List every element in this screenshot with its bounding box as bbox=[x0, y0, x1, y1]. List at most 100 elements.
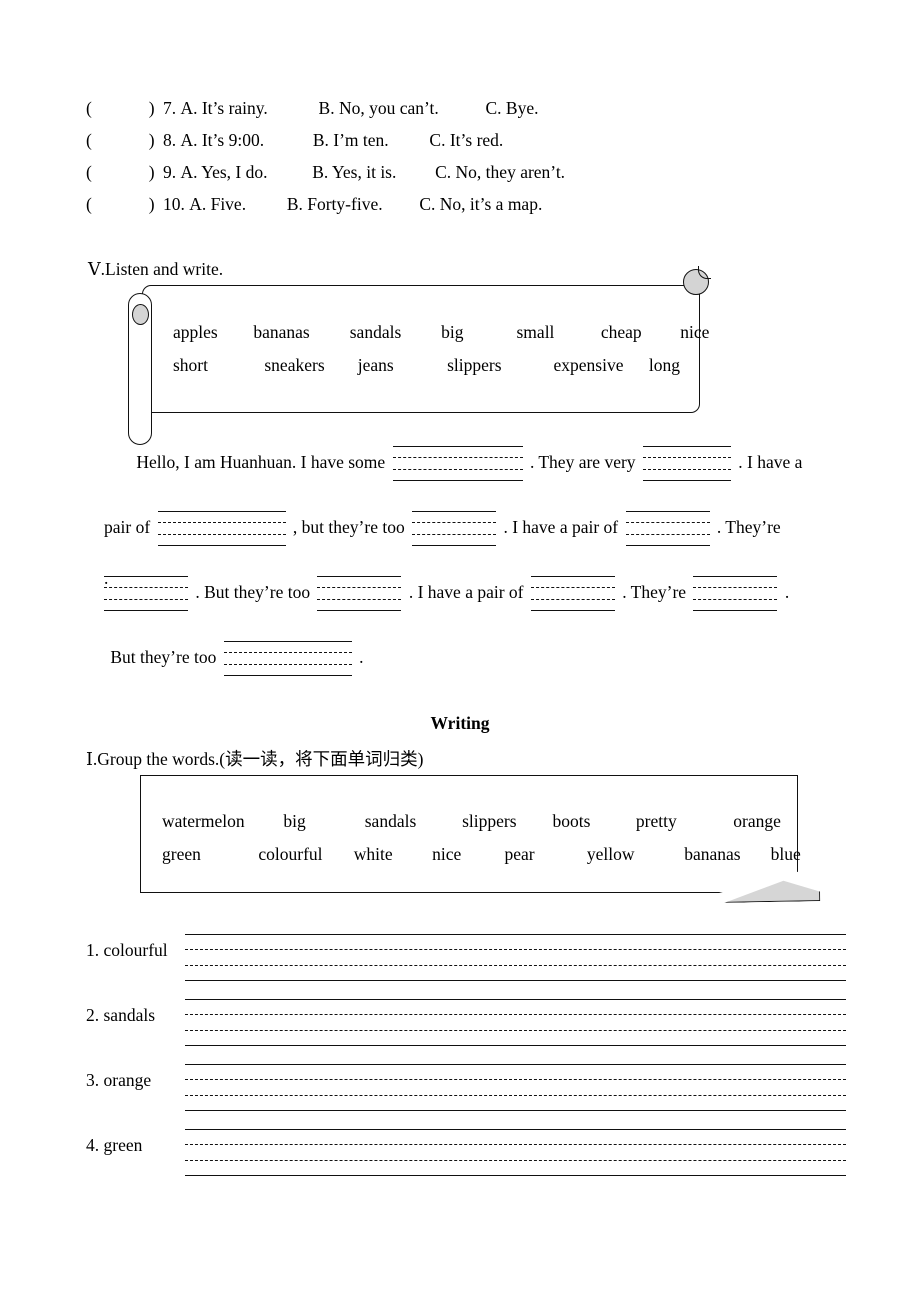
option-a[interactable]: A. Five. bbox=[189, 188, 246, 220]
write-blank[interactable] bbox=[185, 934, 846, 982]
write-blank[interactable] bbox=[104, 576, 188, 612]
option-c[interactable]: C. It’s red. bbox=[429, 124, 503, 156]
table-row: ( ) 7. A. It’s rainy. B. No, you can’t. … bbox=[86, 92, 846, 124]
word-item: watermelon bbox=[162, 811, 245, 831]
paragraph-text: But they’re too bbox=[110, 647, 217, 668]
scroll-roll-right-curl-icon bbox=[698, 266, 711, 279]
write-blank[interactable] bbox=[223, 641, 352, 677]
question-number: 9. bbox=[162, 162, 177, 182]
write-blank[interactable] bbox=[392, 446, 523, 482]
write-blank[interactable] bbox=[693, 576, 778, 612]
answer-paren-open: ( bbox=[86, 130, 92, 150]
word-item: nice bbox=[680, 322, 710, 342]
option-c[interactable]: C. No, they aren’t. bbox=[435, 156, 565, 188]
paragraph-text: Hello, I am Huanhuan. I have some bbox=[136, 452, 386, 473]
answer-row-label: 1. colourful bbox=[86, 940, 168, 960]
answer-row-label: 2. sandals bbox=[86, 1005, 156, 1025]
group-answer-list: 1. colourful 2. sandals 3. orange 4. gre… bbox=[86, 928, 846, 1188]
paragraph-text: . I have a pair of bbox=[503, 517, 619, 538]
section-heading-listen-and-write: Ⅴ.Listen and write. bbox=[88, 259, 224, 279]
listen-and-write-paragraph: Hello, I am Huanhuan. I have some . They… bbox=[104, 446, 849, 706]
scroll-roll-left-knob-icon bbox=[132, 304, 149, 325]
scroll-paper: apples bananas sandals big small cheap n… bbox=[142, 266, 711, 413]
write-blank[interactable] bbox=[317, 576, 402, 612]
answer-paren-open: ( bbox=[86, 194, 92, 214]
word-bank-scroll: apples bananas sandals big small cheap n… bbox=[128, 266, 711, 445]
option-b[interactable]: B. No, you can’t. bbox=[319, 92, 439, 124]
paragraph-text: . They’re bbox=[716, 517, 781, 538]
write-blank[interactable] bbox=[642, 446, 731, 482]
word-item: sneakers bbox=[264, 355, 325, 375]
list-item: 2. sandals bbox=[86, 993, 846, 1058]
paragraph-line: pair of , but they’re too . I have a pai… bbox=[104, 511, 849, 576]
word-item: jeans bbox=[357, 355, 394, 375]
word-item: expensive bbox=[553, 355, 624, 375]
word-item: pretty bbox=[635, 811, 677, 831]
section-heading-group-the-words: Ⅰ.Group the words.(读一读，将下面单词归类) bbox=[86, 749, 424, 769]
word-item: white bbox=[353, 844, 393, 864]
word-item: sandals bbox=[364, 811, 417, 831]
write-blank[interactable] bbox=[185, 1064, 846, 1112]
paragraph-text: pair of bbox=[104, 517, 151, 538]
write-blank[interactable] bbox=[185, 1129, 846, 1177]
paragraph-line: Hello, I am Huanhuan. I have some . They… bbox=[104, 446, 849, 511]
word-item: orange bbox=[733, 811, 781, 831]
option-b[interactable]: B. Forty-five. bbox=[287, 188, 383, 220]
word-item: slippers bbox=[447, 355, 502, 375]
write-blank[interactable] bbox=[412, 511, 497, 547]
word-bank-row: apples bananas sandals big small cheap n… bbox=[173, 316, 709, 349]
answer-paren-close: ) bbox=[148, 130, 155, 150]
listening-choice-list: ( ) 7. A. It’s rainy. B. No, you can’t. … bbox=[86, 92, 846, 220]
write-blank[interactable] bbox=[157, 511, 286, 547]
question-number: 7. bbox=[162, 98, 177, 118]
paragraph-text: . They are very bbox=[529, 452, 636, 473]
paragraph-line: But they’re too . bbox=[104, 641, 849, 706]
word-item: cheap bbox=[600, 322, 642, 342]
option-b[interactable]: B. I’m ten. bbox=[313, 124, 389, 156]
option-c[interactable]: C. No, it’s a map. bbox=[419, 188, 542, 220]
word-item: small bbox=[516, 322, 555, 342]
option-a[interactable]: A. It’s 9:00. bbox=[180, 124, 264, 156]
word-bank-box: watermelon big sandals slippers boots pr… bbox=[140, 775, 798, 893]
option-c[interactable]: C. Bye. bbox=[486, 92, 539, 124]
paragraph-text: . bbox=[359, 647, 364, 668]
word-bank-row: green colourful white nice pear yellow b… bbox=[162, 838, 801, 871]
option-a[interactable]: A. It’s rainy. bbox=[180, 92, 267, 124]
paragraph-text: . I have a bbox=[738, 452, 803, 473]
word-item: big bbox=[283, 811, 306, 831]
word-item: boots bbox=[552, 811, 591, 831]
word-item: long bbox=[648, 355, 680, 375]
write-blank[interactable] bbox=[625, 511, 710, 547]
word-item: bananas bbox=[253, 322, 310, 342]
scroll-roll-right-icon bbox=[683, 266, 711, 295]
list-item: 3. orange bbox=[86, 1058, 846, 1123]
paragraph-text: , but they’re too bbox=[292, 517, 405, 538]
worksheet-page: ( ) 7. A. It’s rainy. B. No, you can’t. … bbox=[0, 0, 920, 1302]
page-title: Writing bbox=[430, 713, 490, 733]
word-item: sandals bbox=[349, 322, 402, 342]
paragraph-text: . I have a pair of bbox=[408, 582, 524, 603]
word-bank-words: watermelon big sandals slippers boots pr… bbox=[162, 805, 801, 871]
answer-paren-close: ) bbox=[148, 162, 155, 182]
answer-paren-open: ( bbox=[86, 162, 92, 182]
word-item: green bbox=[162, 844, 201, 864]
paragraph-line: . . But they’re too . I have a pair of .… bbox=[104, 568, 849, 641]
word-bank-row: short sneakers jeans slippers expensive … bbox=[173, 349, 693, 382]
answer-paren-close: ) bbox=[148, 194, 155, 214]
list-item: 4. green bbox=[86, 1123, 846, 1188]
word-item: bananas bbox=[684, 844, 741, 864]
write-blank[interactable] bbox=[530, 576, 615, 612]
word-item: pear bbox=[504, 844, 535, 864]
word-item: yellow bbox=[586, 844, 635, 864]
word-bank-words: apples bananas sandals big small cheap n… bbox=[173, 316, 709, 382]
paragraph-text: . bbox=[784, 582, 790, 603]
option-b[interactable]: B. Yes, it is. bbox=[312, 156, 396, 188]
table-row: ( ) 10. A. Five. B. Forty-five. C. No, i… bbox=[86, 188, 846, 220]
table-row: ( ) 9. A. Yes, I do. B. Yes, it is. C. N… bbox=[86, 156, 846, 188]
answer-row-label: 3. orange bbox=[86, 1070, 152, 1090]
write-blank[interactable] bbox=[185, 999, 846, 1047]
option-a[interactable]: A. Yes, I do. bbox=[180, 156, 267, 188]
word-item: big bbox=[441, 322, 464, 342]
table-row: ( ) 8. A. It’s 9:00. B. I’m ten. C. It’s… bbox=[86, 124, 846, 156]
question-number: 8. bbox=[162, 130, 177, 150]
